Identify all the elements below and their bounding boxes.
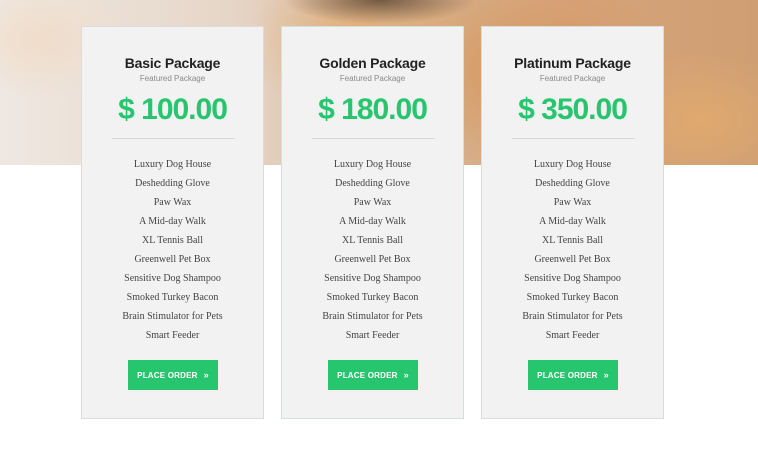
feature-item: Greenwell Pet Box [334,254,411,265]
package-price: $ 180.00 [318,93,428,126]
feature-item: Sensitive Dog Shampoo [524,273,621,284]
package-price: $ 100.00 [118,93,228,126]
feature-item: Deshedding Glove [535,178,610,189]
place-order-button[interactable]: PLACE ORDER » [328,360,418,390]
package-title: Basic Package [124,55,221,71]
feature-item: Deshedding Glove [335,178,410,189]
feature-item: Brain Stimulator for Pets [322,311,423,322]
feature-item: Paw Wax [353,197,392,208]
feature-item: Luxury Dog House [533,159,612,170]
feature-item: Paw Wax [553,197,592,208]
feature-list: Luxury Dog House Deshedding Glove Paw Wa… [482,155,663,345]
feature-item: A Mid-day Walk [139,216,206,227]
card-divider [512,138,635,139]
feature-item: Smart Feeder [545,330,600,341]
double-chevron-right-icon: » [403,369,409,380]
package-subtitle: Featured Package [339,74,406,83]
feature-item: Deshedding Glove [135,178,210,189]
pricing-card-golden: Golden Package Featured Package $ 180.00… [281,26,464,419]
card-divider [112,138,235,139]
double-chevron-right-icon: » [603,369,609,380]
place-order-label: PLACE ORDER [537,370,598,380]
place-order-label: PLACE ORDER [337,370,398,380]
feature-item: Paw Wax [153,197,192,208]
place-order-label: PLACE ORDER [137,370,198,380]
place-order-button[interactable]: PLACE ORDER » [128,360,218,390]
feature-item: Luxury Dog House [333,159,412,170]
feature-item: Brain Stimulator for Pets [122,311,223,322]
card-divider [312,138,435,139]
feature-item: Smoked Turkey Bacon [326,292,419,303]
feature-item: XL Tennis Ball [342,235,403,246]
feature-item: Smart Feeder [145,330,200,341]
feature-item: Smoked Turkey Bacon [126,292,219,303]
package-title: Platinum Package [514,55,631,71]
feature-item: A Mid-day Walk [539,216,606,227]
feature-item: Sensitive Dog Shampoo [124,273,221,284]
package-title: Golden Package [319,55,426,71]
feature-item: A Mid-day Walk [339,216,406,227]
pricing-card-platinum: Platinum Package Featured Package $ 350.… [481,26,664,419]
feature-item: Sensitive Dog Shampoo [324,273,421,284]
feature-item: Brain Stimulator for Pets [522,311,623,322]
feature-item: Smart Feeder [345,330,400,341]
double-chevron-right-icon: » [203,369,209,380]
feature-item: Greenwell Pet Box [534,254,611,265]
package-subtitle: Featured Package [539,74,606,83]
pricing-card-basic: Basic Package Featured Package $ 100.00 … [81,26,264,419]
feature-item: XL Tennis Ball [142,235,203,246]
place-order-button[interactable]: PLACE ORDER » [528,360,618,390]
pricing-page: Basic Package Featured Package $ 100.00 … [0,0,758,467]
feature-list: Luxury Dog House Deshedding Glove Paw Wa… [82,155,263,345]
feature-item: Luxury Dog House [133,159,212,170]
feature-item: Greenwell Pet Box [134,254,211,265]
feature-list: Luxury Dog House Deshedding Glove Paw Wa… [282,155,463,345]
feature-item: Smoked Turkey Bacon [526,292,619,303]
feature-item: XL Tennis Ball [542,235,603,246]
package-price: $ 350.00 [518,93,628,126]
package-subtitle: Featured Package [139,74,206,83]
